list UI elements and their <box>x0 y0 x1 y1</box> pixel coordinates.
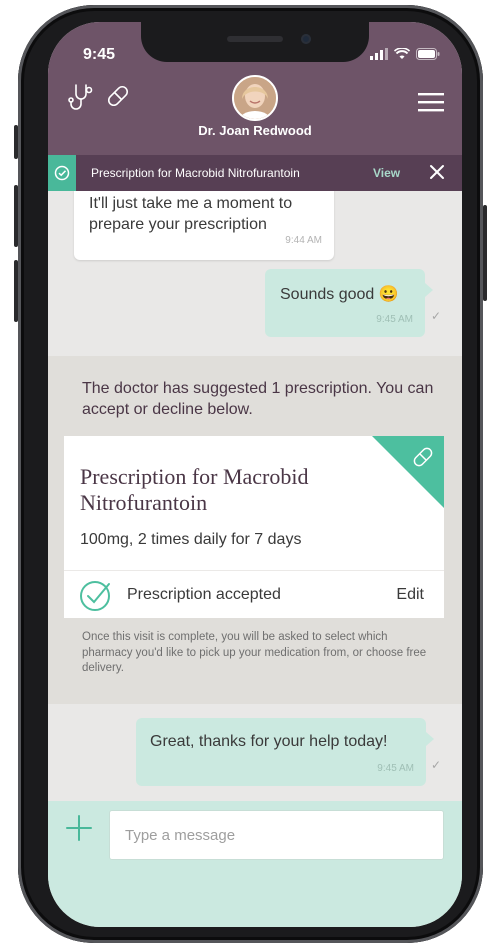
battery-icon <box>416 48 440 60</box>
device-notch <box>141 22 369 62</box>
menu-icon[interactable] <box>418 92 444 117</box>
close-icon[interactable] <box>428 163 446 186</box>
prescription-banner[interactable]: Prescription for Macrobid Nitrofurantoin… <box>48 155 462 191</box>
phone-screen: 9:45 Dr. Joan Redwood Prescription for M… <box>48 22 462 927</box>
chat-thread[interactable]: It'll just take me a moment to prepare y… <box>48 191 462 801</box>
prescription-status: Prescription accepted <box>127 586 281 603</box>
patient-message: Great, thanks for your help today! 9:45 … <box>136 718 434 786</box>
volume-up-button <box>14 185 18 247</box>
doctor-message: It'll just take me a moment to prepare y… <box>74 191 334 260</box>
message-text: It'll just take me a moment to prepare y… <box>89 195 293 233</box>
pill-icon <box>410 444 436 475</box>
banner-view-link[interactable]: View <box>373 166 400 180</box>
message-composer <box>48 801 462 927</box>
prescription-title: Prescription for Macrobid Nitrofurantoin <box>80 464 309 515</box>
status-time: 9:45 <box>83 46 116 63</box>
read-check-icon: ✓ <box>431 309 442 323</box>
pill-icon[interactable] <box>104 82 132 115</box>
doctor-avatar[interactable] <box>232 75 278 121</box>
volume-down-button <box>14 260 18 322</box>
prescription-dosage: 100mg, 2 times daily for 7 days <box>80 531 302 548</box>
pharmacy-note: Once this visit is complete, you will be… <box>82 631 427 674</box>
doctor-name: Dr. Joan Redwood <box>198 123 312 138</box>
divider <box>64 570 444 571</box>
prescription-section: The doctor has suggested 1 prescription.… <box>48 356 462 704</box>
stethoscope-icon[interactable] <box>67 82 97 117</box>
banner-text: Prescription for Macrobid Nitrofurantoin <box>91 166 300 180</box>
mute-switch <box>14 125 18 159</box>
message-input[interactable] <box>109 810 444 860</box>
message-time: 9:45 AM <box>377 763 414 774</box>
prescription-card: Prescription for Macrobid Nitrofurantoin… <box>64 436 444 618</box>
check-circle-icon <box>78 577 114 618</box>
message-text: Great, thanks for your help today! <box>150 733 388 750</box>
check-circle-icon <box>48 155 76 191</box>
read-check-icon: ✓ <box>431 758 442 772</box>
status-icons <box>370 48 440 60</box>
edit-button[interactable]: Edit <box>396 586 424 604</box>
message-time: 9:44 AM <box>285 235 322 246</box>
message-time: 9:45 AM <box>376 314 413 325</box>
patient-message: Sounds good 😀 9:45 AM <box>265 269 433 337</box>
signal-icon <box>370 48 388 60</box>
prescription-intro: The doctor has suggested 1 prescription.… <box>82 380 434 418</box>
message-text: Sounds good 😀 <box>280 286 399 303</box>
wifi-icon <box>394 48 410 59</box>
power-button <box>483 205 487 301</box>
add-attachment-icon[interactable] <box>66 815 92 846</box>
